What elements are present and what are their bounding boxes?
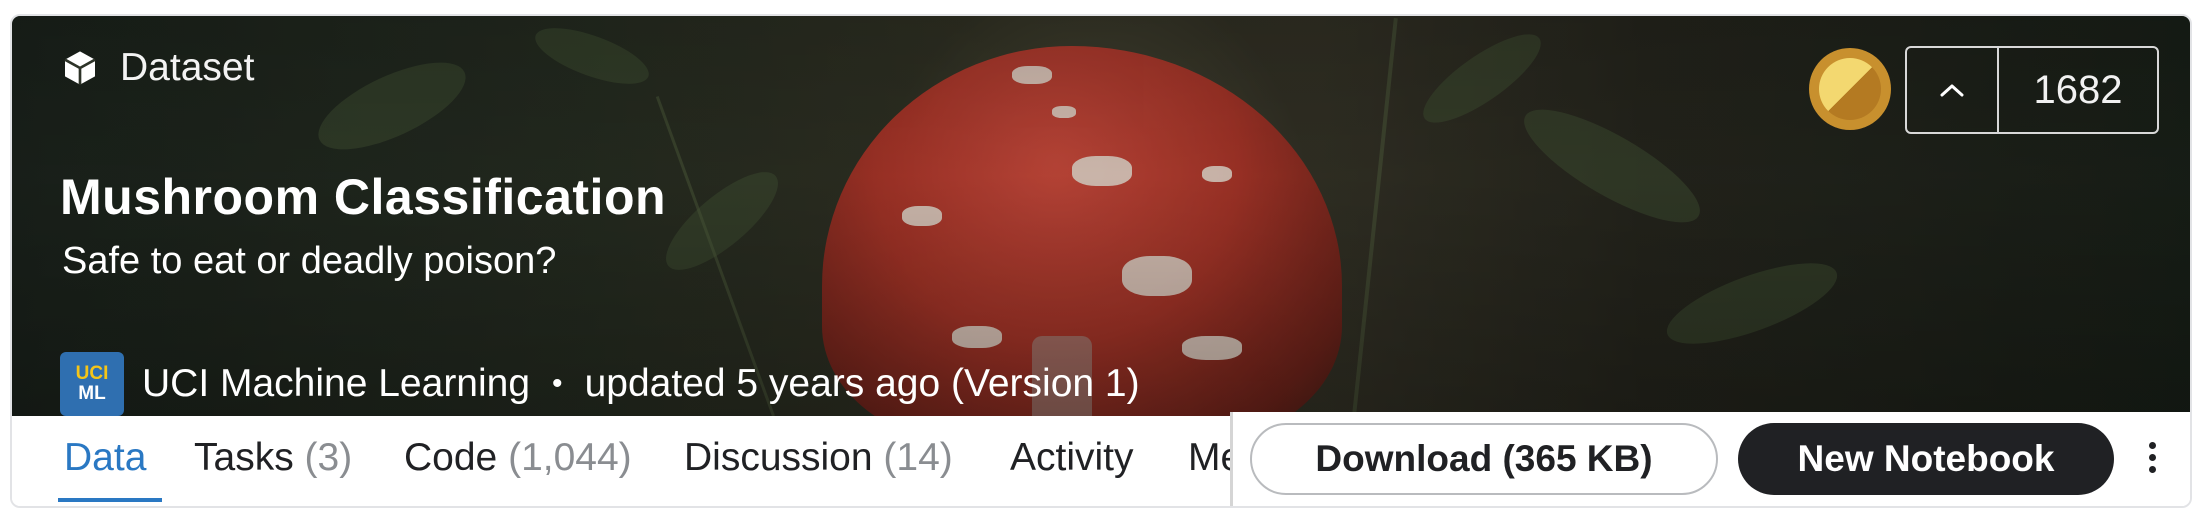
page-title: Mushroom Classification — [60, 169, 667, 225]
tab-code[interactable]: Code (1,044) — [404, 436, 632, 480]
active-tab-indicator — [58, 498, 162, 502]
tab-label: Discussion — [684, 436, 873, 479]
tab-tasks[interactable]: Tasks (3) — [194, 436, 352, 480]
tab-count: (1,044) — [508, 436, 632, 479]
avatar[interactable]: UCI ML — [60, 352, 124, 416]
owner-name[interactable]: UCI Machine Learning — [142, 362, 530, 406]
cube-icon — [64, 51, 96, 85]
dataset-type: Dataset — [60, 46, 254, 90]
avatar-line1: UCI — [75, 363, 109, 384]
upvote-button[interactable] — [1907, 48, 1999, 132]
action-bar: Download (365 KB) New Notebook — [1230, 412, 2190, 506]
tab-count: (3) — [304, 436, 353, 479]
separator-dot: • — [552, 367, 563, 400]
tab-label: Code — [404, 436, 498, 479]
page-subtitle: Safe to eat or deadly poison? — [62, 240, 557, 282]
tab-label: Data — [64, 436, 147, 479]
medal-icon — [1809, 48, 1891, 130]
tab-count: (14) — [883, 436, 953, 479]
tab-label: Tasks — [194, 436, 294, 479]
tab-activity[interactable]: Activity — [1010, 436, 1134, 480]
avatar-line2: ML — [78, 383, 106, 404]
more-vertical-icon[interactable] — [2137, 432, 2167, 482]
dataset-type-label: Dataset — [120, 46, 255, 89]
tab-discussion[interactable]: Discussion (14) — [684, 436, 953, 480]
tab-label: Activity — [1010, 436, 1134, 479]
new-notebook-button[interactable]: New Notebook — [1738, 423, 2114, 495]
tab-data[interactable]: Data — [64, 436, 146, 480]
dataset-header-card: Dataset Mushroom Classification Safe to … — [10, 14, 2192, 508]
vote-count: 1682 — [2033, 67, 2123, 112]
owner-info: UCI ML UCI Machine Learning • updated 5 … — [60, 352, 1140, 416]
upvote-widget[interactable]: 1682 — [1905, 46, 2159, 134]
download-button[interactable]: Download (365 KB) — [1250, 423, 1718, 495]
updated-info: updated 5 years ago (Version 1) — [584, 362, 1140, 405]
chevron-up-icon — [1940, 84, 1964, 97]
